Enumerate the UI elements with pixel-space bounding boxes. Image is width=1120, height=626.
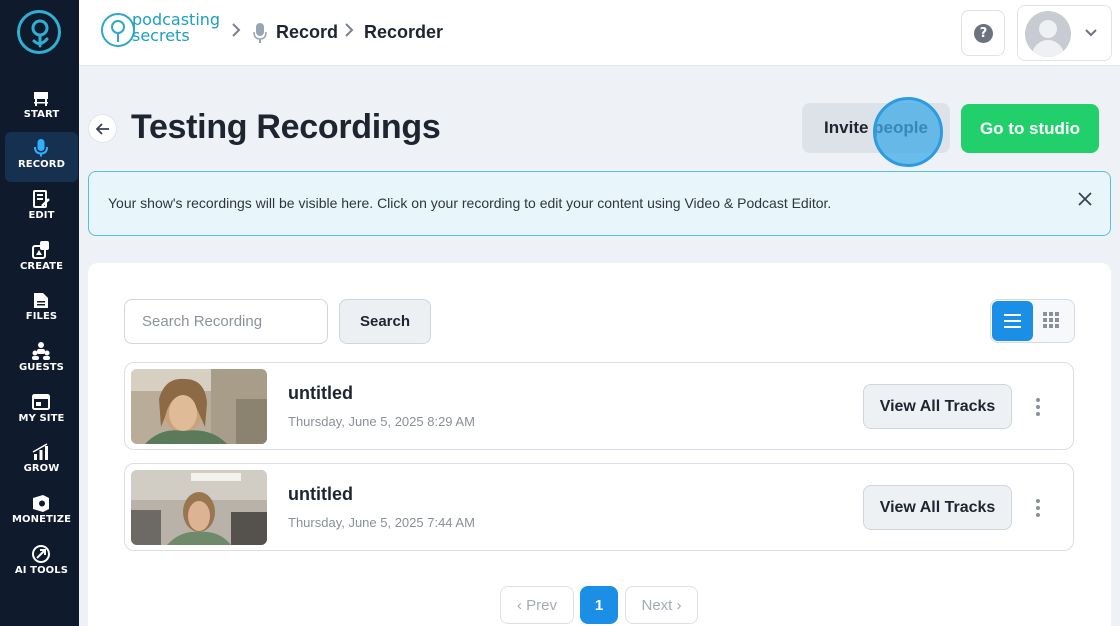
view-all-tracks-button[interactable]: View All Tracks: [863, 485, 1012, 530]
recording-row[interactable]: untitled Thursday, June 5, 2025 7:44 AM …: [124, 463, 1074, 551]
view-toggle: [990, 299, 1075, 343]
grid-icon[interactable]: [1043, 312, 1059, 328]
sidebar-item-label: CREATE: [19, 261, 64, 272]
sidebar-item-my-site[interactable]: MY SITE: [5, 386, 78, 436]
sidebar-item-label: MY SITE: [18, 413, 65, 424]
avatar: [1025, 11, 1071, 57]
prev-label: Prev: [526, 596, 557, 614]
question-icon: ?: [974, 24, 993, 43]
sidebar-item-label: START: [23, 109, 60, 120]
more-options-icon[interactable]: [1031, 499, 1045, 517]
brand-line-2: secrets: [132, 26, 190, 45]
breadcrumb-recorder: Recorder: [364, 22, 444, 42]
recording-thumbnail[interactable]: [131, 369, 267, 444]
chevron-right-icon: ›: [676, 596, 682, 614]
list-icon: [1004, 314, 1021, 328]
recording-date: Thursday, June 5, 2025 8:29 AM: [288, 414, 475, 429]
sidebar-item-edit[interactable]: EDIT: [5, 183, 78, 233]
recording-row[interactable]: untitled Thursday, June 5, 2025 8:29 AM …: [124, 362, 1074, 450]
info-notice: Your show's recordings will be visible h…: [88, 171, 1111, 236]
ai-tools-icon: [32, 545, 50, 563]
microphone-icon: [253, 23, 267, 43]
sidebar-item-start[interactable]: START: [5, 82, 78, 132]
notice-text: Your show's recordings will be visible h…: [108, 195, 832, 211]
chevron-left-icon: ‹: [516, 596, 522, 614]
pagination-page-1[interactable]: 1: [580, 586, 618, 624]
sidebar-item-label: AI TOOLS: [14, 565, 69, 576]
sidebar-item-files[interactable]: FILES: [5, 284, 78, 334]
sidebar: START RECORD EDIT CREATE FILES GUESTS MY…: [0, 0, 79, 626]
start-icon: [34, 92, 48, 106]
sidebar-item-label: RECORD: [18, 159, 65, 170]
app-logo-icon[interactable]: [17, 10, 61, 54]
brand-name[interactable]: podcasting secrets: [132, 12, 220, 44]
top-header: podcasting secrets Record Recorder ?: [79, 0, 1120, 66]
sidebar-item-record[interactable]: RECORD: [5, 132, 78, 182]
guests-icon: [32, 342, 50, 360]
search-input[interactable]: [124, 299, 328, 344]
help-button[interactable]: ?: [961, 10, 1005, 56]
brand-logo-icon[interactable]: [101, 13, 135, 47]
view-all-tracks-button[interactable]: View All Tracks: [863, 384, 1012, 429]
page-title: Testing Recordings: [131, 108, 441, 146]
breadcrumb-record[interactable]: Record: [276, 22, 338, 43]
back-button[interactable]: [88, 114, 117, 143]
sidebar-item-ai-tools[interactable]: AI TOOLS: [5, 538, 78, 588]
sidebar-item-label: GUESTS: [19, 362, 64, 373]
sidebar-item-label: EDIT: [28, 210, 55, 221]
sidebar-item-monetize[interactable]: MONETIZE: [5, 487, 78, 537]
more-options-icon[interactable]: [1031, 398, 1045, 416]
sidebar-item-create[interactable]: CREATE: [5, 234, 78, 284]
sidebar-item-label: MONETIZE: [11, 514, 72, 525]
next-label: Next: [641, 596, 673, 614]
recording-title[interactable]: untitled: [288, 484, 353, 505]
sidebar-item-guests[interactable]: GUESTS: [5, 335, 78, 385]
recording-date: Thursday, June 5, 2025 7:44 AM: [288, 515, 475, 530]
create-icon: [32, 241, 49, 259]
arrow-left-icon: [96, 123, 109, 135]
user-menu-button[interactable]: [1017, 5, 1112, 61]
sidebar-item-label: GROW: [23, 463, 60, 474]
chevron-down-icon: [1085, 29, 1097, 37]
recordings-card: Search untitled Thursday, June 5,: [88, 263, 1111, 626]
edit-icon: [33, 190, 50, 208]
grow-icon: [32, 443, 48, 460]
go-to-studio-button[interactable]: Go to studio: [961, 104, 1099, 153]
microphone-icon: [34, 139, 48, 157]
chevron-right-icon: [345, 23, 354, 37]
search-button[interactable]: Search: [339, 299, 431, 344]
pagination-prev-button[interactable]: ‹ Prev: [500, 586, 574, 624]
invite-people-button[interactable]: Invite people: [802, 103, 950, 153]
sidebar-item-grow[interactable]: GROW: [5, 436, 78, 486]
close-icon[interactable]: [1076, 190, 1094, 208]
sidebar-item-label: FILES: [25, 311, 58, 322]
recording-title[interactable]: untitled: [288, 383, 353, 404]
recording-thumbnail[interactable]: [131, 470, 267, 545]
files-icon: [34, 293, 48, 308]
site-icon: [32, 394, 50, 410]
chevron-right-icon: [232, 23, 241, 37]
pagination-next-button[interactable]: Next ›: [625, 586, 698, 624]
list-view-button[interactable]: [992, 301, 1033, 341]
monetize-icon: [33, 495, 49, 512]
